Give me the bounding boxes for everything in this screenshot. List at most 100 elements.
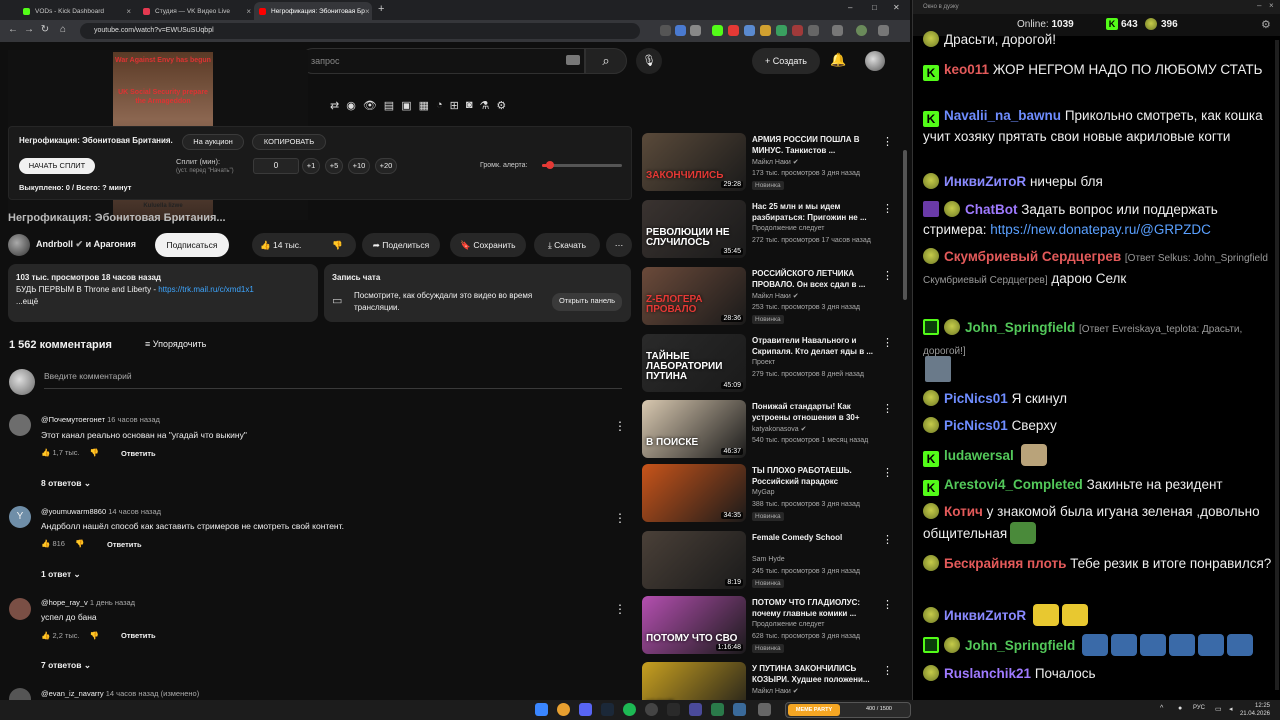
- clock[interactable]: 12:25 21.04.2026: [1240, 702, 1270, 718]
- recommended-video[interactable]: ЗАКОНЧИЛИСЬ 29:28 АРМИЯ РОССИИ ПОШЛА В МИН…: [642, 133, 904, 193]
- channel-name[interactable]: Проект: [752, 359, 775, 366]
- chat-username[interactable]: Arestovi4_Completed: [944, 477, 1083, 492]
- chat-username[interactable]: Ruslanchik21: [944, 666, 1031, 681]
- app-icon[interactable]: [711, 703, 724, 716]
- copy-button[interactable]: КОПИРОВАТЬ: [252, 134, 326, 150]
- description-box[interactable]: 103 тыс. просмотров 18 часов назад БУДЬ …: [8, 264, 318, 322]
- channel-name[interactable]: Майкл Наки ✔: [752, 158, 799, 166]
- tab-youtube-video[interactable]: Негрофикация: Эбонитовая Бр ×: [254, 2, 372, 20]
- video-title[interactable]: АРМИЯ РОССИИ ПОШЛА В МИНУС. Танкистов ..…: [752, 134, 880, 156]
- save-button[interactable]: 🔖 Сохранить: [450, 233, 526, 257]
- language-indicator[interactable]: РУС: [1193, 705, 1205, 711]
- new-tab-button[interactable]: +: [378, 3, 384, 15]
- extension-icon[interactable]: [792, 25, 803, 36]
- chat-username[interactable]: ИнквиZитоR: [944, 174, 1026, 189]
- video-title[interactable]: Понижай стандарты! Как устроены отношени…: [752, 401, 880, 423]
- download-icon[interactable]: [832, 25, 843, 36]
- comment-author[interactable]: @youmuwarm8860: [41, 507, 106, 516]
- add-frame-icon[interactable]: ⊞: [450, 99, 459, 115]
- add-20-button[interactable]: +20: [375, 158, 397, 174]
- reply-button[interactable]: Ответить: [107, 540, 142, 549]
- more-icon[interactable]: ⋮: [882, 135, 893, 148]
- search-input[interactable]: запрос: [300, 48, 585, 74]
- video-thumbnail[interactable]: 8:19: [642, 531, 746, 589]
- subtitles-icon[interactable]: ▦: [419, 99, 429, 115]
- comment-time[interactable]: 14 часов назад: [108, 507, 161, 516]
- channel-name[interactable]: Andrboll ✔ и Арагония: [36, 239, 136, 250]
- thumbs-up-icon[interactable]: 👍: [41, 448, 50, 457]
- comment-avatar[interactable]: [9, 414, 31, 436]
- comment-avatar[interactable]: [9, 688, 31, 700]
- thumbs-down-icon[interactable]: 👎: [90, 448, 99, 457]
- slider-handle[interactable]: [546, 161, 554, 169]
- bookmark-star-icon[interactable]: [690, 25, 701, 36]
- film-icon[interactable]: ▤: [384, 99, 394, 115]
- reply-button[interactable]: Ответить: [121, 449, 156, 458]
- comment-avatar[interactable]: Y: [9, 506, 31, 528]
- comment-menu-icon[interactable]: ⋮: [614, 602, 626, 616]
- extension-icon[interactable]: [744, 25, 755, 36]
- reload-icon[interactable]: ↻: [38, 24, 52, 35]
- more-button[interactable]: ⋯: [606, 233, 632, 257]
- chat-username[interactable]: ИнквиZитоR: [944, 608, 1026, 623]
- thumbs-up-icon[interactable]: 👍: [41, 631, 50, 640]
- cast-icon[interactable]: [675, 25, 686, 36]
- channel-name[interactable]: Sam Hyde: [752, 556, 785, 563]
- volume-icon[interactable]: ◂: [1229, 705, 1233, 713]
- start-icon[interactable]: [535, 703, 548, 716]
- comment-author[interactable]: @evan_iz_navarry: [41, 689, 104, 698]
- comment-author[interactable]: @hope_ray_v: [41, 598, 88, 607]
- camera-icon[interactable]: ◙: [466, 99, 473, 115]
- video-thumbnail[interactable]: 34:35: [642, 464, 746, 522]
- recommended-video[interactable]: РЕВОЛЮЦИИ НЕ СЛУЧИЛОСЬ 35:45 Нас 25 млн и …: [642, 200, 904, 260]
- minimize-button[interactable]: –: [1257, 1, 1261, 10]
- bell-icon[interactable]: 🔔: [830, 52, 846, 68]
- recommended-video[interactable]: 34:35 ТЫ ПЛОХО РАБОТАЕШЬ. Российский пара…: [642, 464, 904, 524]
- search-button[interactable]: ⌕: [585, 48, 627, 74]
- obs-icon[interactable]: [645, 703, 658, 716]
- mic-button[interactable]: 🎙: [636, 48, 662, 74]
- comment-menu-icon[interactable]: ⋮: [614, 511, 626, 525]
- menu-icon[interactable]: [878, 25, 889, 36]
- minimize-button[interactable]: –: [848, 3, 852, 12]
- comment-time[interactable]: 16 часов назад: [107, 415, 160, 424]
- start-split-button[interactable]: НАЧАТЬ СПЛИТ: [19, 158, 95, 174]
- replies-toggle[interactable]: 7 ответов ⌄: [41, 660, 91, 671]
- channel-name[interactable]: MyGap: [752, 489, 775, 496]
- subscribe-button[interactable]: Подписаться: [155, 233, 229, 257]
- scrollbar[interactable]: [903, 150, 907, 300]
- speed-icon[interactable]: ◔: [436, 99, 443, 115]
- comment-avatar[interactable]: [9, 598, 31, 620]
- steam-icon[interactable]: [601, 703, 614, 716]
- chat-link[interactable]: https://new.donatepay.ru/@GRPZDC: [990, 222, 1211, 237]
- profile-icon[interactable]: [856, 25, 867, 36]
- thumbs-up-icon[interactable]: 👍: [41, 539, 50, 548]
- close-icon[interactable]: ×: [126, 7, 131, 16]
- avatar[interactable]: [865, 51, 885, 71]
- channel-name[interactable]: Майкл Наки ✔: [752, 687, 799, 695]
- video-thumbnail[interactable]: ТАЙНЫЕ ЛАБОРАТОРИИ ПУТИНА 45:09: [642, 334, 746, 392]
- app-icon[interactable]: [689, 703, 702, 716]
- app-icon[interactable]: [758, 703, 771, 716]
- chat-username[interactable]: John_Springfield: [965, 320, 1075, 335]
- thumbs-down-icon[interactable]: 👎: [75, 539, 84, 548]
- extension-icon[interactable]: [760, 25, 771, 36]
- url-field[interactable]: youtube.com/watch?v=EWUSuSUqbpl: [80, 23, 640, 39]
- eye-icon[interactable]: 👁: [363, 99, 377, 115]
- meme-party-widget[interactable]: MEME PARTY 400 / 1500: [785, 702, 911, 718]
- video-title[interactable]: Female Comedy School: [752, 532, 880, 543]
- channel-name[interactable]: Майкл Наки ✔: [752, 292, 799, 300]
- like-count[interactable]: 14 тыс.: [273, 240, 301, 250]
- scrollbar[interactable]: [1275, 40, 1279, 690]
- recommended-video[interactable]: ТАЙНЫЕ ЛАБОРАТОРИИ ПУТИНА 45:09 Отравители…: [642, 334, 904, 394]
- chat-username[interactable]: PicNics01: [944, 391, 1008, 406]
- description-link[interactable]: https://trk.mail.ru/c/xmd1x1: [158, 285, 254, 294]
- video-title[interactable]: Нас 25 млн и мы идем разбираться: Пригож…: [752, 201, 880, 223]
- extension-icon[interactable]: [776, 25, 787, 36]
- comment-menu-icon[interactable]: ⋮: [614, 419, 626, 433]
- close-icon[interactable]: ×: [365, 7, 370, 16]
- thumbs-down-icon[interactable]: 👎: [332, 233, 343, 257]
- video-title[interactable]: ТЫ ПЛОХО РАБОТАЕШЬ. Российский парадокс: [752, 465, 880, 487]
- chat-username[interactable]: ChatBot: [965, 202, 1018, 217]
- create-button[interactable]: + Создать: [752, 48, 820, 74]
